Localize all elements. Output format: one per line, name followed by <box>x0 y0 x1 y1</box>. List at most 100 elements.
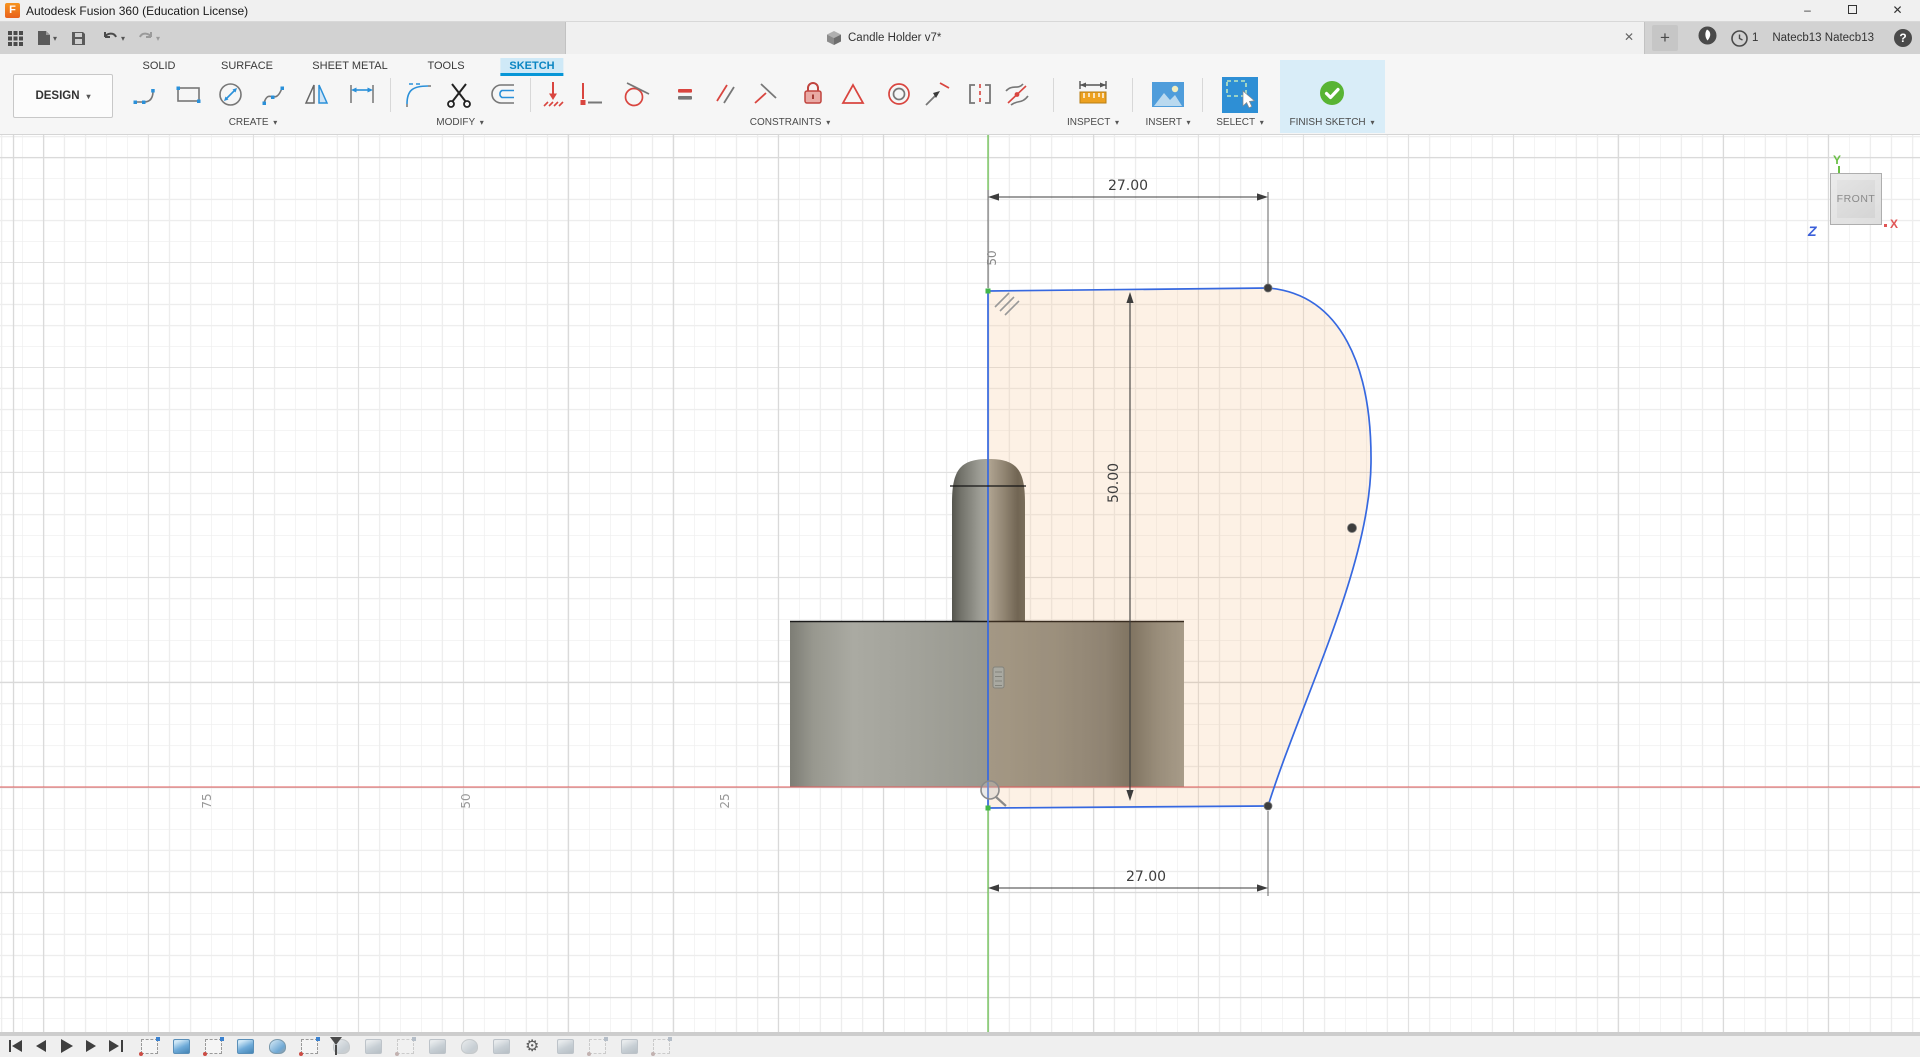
sketch-point[interactable] <box>1264 802 1272 810</box>
offset-tool-icon[interactable] <box>486 77 520 111</box>
file-icon <box>37 30 51 46</box>
mirror-tool-icon[interactable] <box>301 77 335 111</box>
sketch-point[interactable] <box>1348 524 1357 533</box>
fillet-tool-icon[interactable] <box>401 77 435 111</box>
dimension-bottom[interactable]: 27.00 <box>988 869 1268 892</box>
close-window-button[interactable]: ✕ <box>1875 0 1920 22</box>
go-to-start-button[interactable] <box>8 1039 24 1053</box>
insert-group-label[interactable]: INSERT ▾ <box>1145 117 1190 128</box>
create-group-label[interactable]: CREATE ▾ <box>229 117 278 128</box>
tangent-constraint-icon[interactable] <box>620 77 654 111</box>
document-tab[interactable]: Candle Holder v7* ✕ <box>565 22 1645 54</box>
viewcube[interactable]: Y FRONT X Z <box>1790 153 1920 248</box>
midpoint-constraint-icon[interactable] <box>836 77 870 111</box>
constraints-group-label[interactable]: CONSTRAINTS ▾ <box>750 117 830 128</box>
trim-tool-icon[interactable] <box>443 77 477 111</box>
viewcube-front-face[interactable]: FRONT <box>1830 173 1882 225</box>
tab-sketch[interactable]: SKETCH <box>500 58 563 76</box>
close-tab-button[interactable]: ✕ <box>1624 30 1634 44</box>
measure-tool-icon[interactable] <box>1075 77 1111 111</box>
equal-constraint-icon[interactable] <box>668 77 702 111</box>
tab-sheet-metal[interactable]: SHEET METAL <box>303 58 396 74</box>
ribbon-divider <box>1132 78 1133 112</box>
title-bar: F Autodesk Fusion 360 (Education License… <box>0 0 1920 22</box>
timeline-feature-ex[interactable] <box>237 1039 254 1054</box>
insert-image-icon[interactable] <box>1150 77 1186 111</box>
timeline-feature-sk[interactable] <box>653 1039 670 1054</box>
timeline-bar <box>0 1032 1920 1057</box>
extensions-button[interactable] <box>1698 26 1717 50</box>
sketch-canvas[interactable]: 75 50 25 27.00 50 50.00 <box>0 135 1920 1032</box>
collinear-constraint-icon[interactable] <box>920 77 954 111</box>
new-tab-button[interactable]: + <box>1652 25 1678 51</box>
dimension-top[interactable]: 27.00 <box>988 178 1268 201</box>
help-button[interactable]: ? <box>1894 29 1912 47</box>
redo-button[interactable]: ▾ <box>137 31 160 45</box>
curvature-constraint-icon[interactable] <box>1000 77 1034 111</box>
timeline-feature-rev[interactable] <box>269 1039 286 1054</box>
fix-constraint-icon[interactable] <box>796 77 830 111</box>
sketch-dimension-icon[interactable] <box>345 77 379 111</box>
dim-top-value[interactable]: 27.00 <box>1108 178 1148 194</box>
horizontal-vertical-constraint-icon[interactable] <box>573 77 607 111</box>
line-tool-icon[interactable] <box>129 77 163 111</box>
circle-tool-icon[interactable] <box>214 77 248 111</box>
dim-bottom-value[interactable]: 27.00 <box>1126 869 1166 885</box>
app-grid-button[interactable] <box>8 31 23 46</box>
finish-sketch-label[interactable]: FINISH SKETCH ▾ <box>1290 117 1375 128</box>
select-tool-icon[interactable] <box>1222 77 1258 113</box>
timeline-feature-ex[interactable] <box>557 1039 574 1054</box>
grid-icon <box>8 31 23 46</box>
save-button[interactable] <box>71 31 86 46</box>
viewcube-x-axis-tick <box>1884 224 1887 227</box>
timeline-feature-ex[interactable] <box>429 1039 446 1054</box>
select-group-label[interactable]: SELECT ▾ <box>1216 117 1264 128</box>
timeline-feature-ex[interactable] <box>621 1039 638 1054</box>
timeline-feature-rev[interactable] <box>461 1039 478 1054</box>
go-to-end-button[interactable] <box>108 1039 124 1053</box>
timeline-feature-gear[interactable] <box>525 1039 542 1054</box>
sketch-profile-fill[interactable] <box>988 288 1371 808</box>
timeline-feature-sk[interactable] <box>141 1039 158 1054</box>
dim-height-value[interactable]: 50.00 <box>1106 463 1122 503</box>
document-tab-label: Candle Holder v7* <box>848 32 941 44</box>
timeline-feature-sk[interactable] <box>589 1039 606 1054</box>
coincident-marker[interactable] <box>986 806 991 811</box>
tab-surface[interactable]: SURFACE <box>212 58 282 74</box>
timeline-feature-sk[interactable] <box>397 1039 414 1054</box>
app-title: Autodesk Fusion 360 (Education License) <box>26 4 248 18</box>
rectangle-tool-icon[interactable] <box>172 77 206 111</box>
job-status-button[interactable]: 1 <box>1731 30 1758 47</box>
application-bar: ▾ ▾ ▾ Candle Holder v7* ✕ <box>0 22 1920 54</box>
parallel-constraint-icon[interactable] <box>708 77 742 111</box>
maximize-icon <box>1848 5 1857 14</box>
file-menu-button[interactable]: ▾ <box>37 30 57 46</box>
finish-sketch-icon[interactable] <box>1315 77 1349 111</box>
timeline-feature-ex[interactable] <box>365 1039 382 1054</box>
symmetry-constraint-icon[interactable] <box>963 77 997 111</box>
maximize-button[interactable] <box>1830 0 1875 22</box>
workspace-selector[interactable]: DESIGN ▾ <box>13 74 113 118</box>
minimize-button[interactable]: – <box>1785 0 1830 22</box>
timeline-feature-ex[interactable] <box>493 1039 510 1054</box>
undo-button[interactable]: ▾ <box>102 31 125 45</box>
tab-solid[interactable]: SOLID <box>133 58 184 74</box>
timeline-feature-sk[interactable] <box>205 1039 222 1054</box>
inspect-group-label[interactable]: INSPECT ▾ <box>1067 117 1119 128</box>
timeline-position-marker[interactable] <box>330 1037 342 1055</box>
step-back-button[interactable] <box>33 1039 49 1053</box>
timeline-feature-ex[interactable] <box>173 1039 190 1054</box>
coincident-marker[interactable] <box>986 289 991 294</box>
timeline-feature-sk[interactable] <box>301 1039 318 1054</box>
modify-group-label[interactable]: MODIFY ▾ <box>436 117 484 128</box>
tab-tools[interactable]: TOOLS <box>418 58 473 74</box>
play-button[interactable] <box>58 1039 74 1053</box>
concentric-constraint-icon[interactable] <box>882 77 916 111</box>
step-forward-button[interactable] <box>83 1039 99 1053</box>
ribbon-divider <box>1202 78 1203 112</box>
spline-tool-icon[interactable] <box>259 77 293 111</box>
username-button[interactable]: Natecb13 Natecb13 <box>1772 32 1874 44</box>
sketch-point[interactable] <box>1264 284 1272 292</box>
coincident-constraint-icon[interactable] <box>536 77 570 111</box>
perpendicular-constraint-icon[interactable] <box>749 77 783 111</box>
